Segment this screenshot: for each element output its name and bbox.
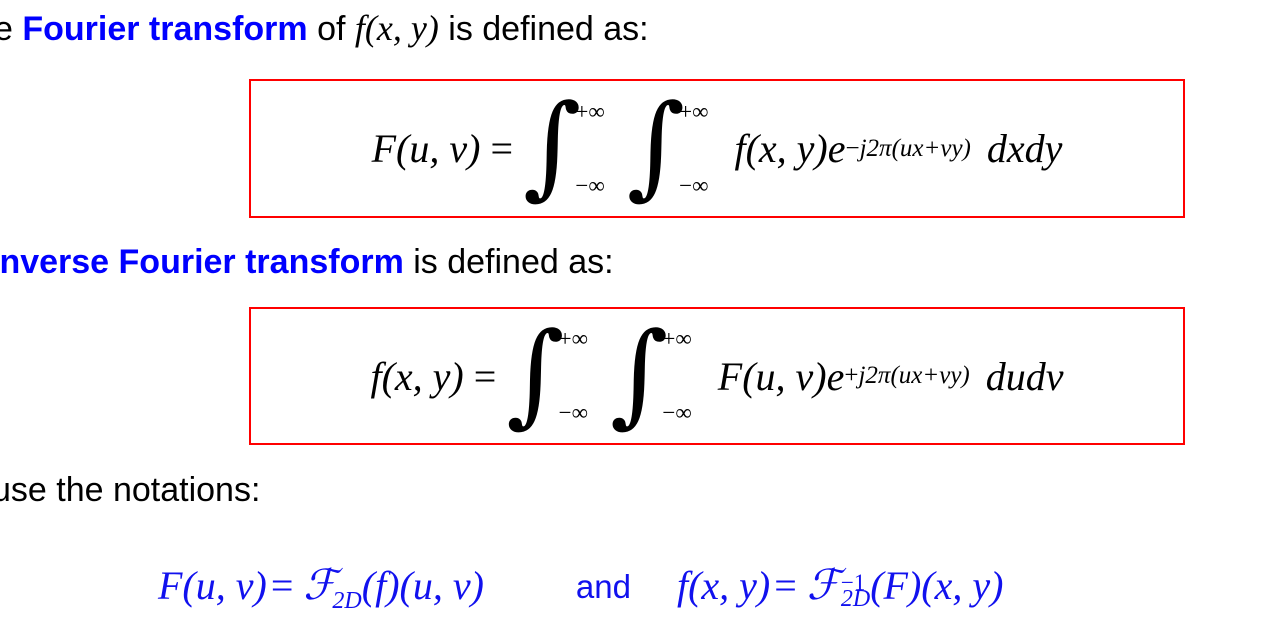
forward-integral-inner-upper: +∞ [679, 98, 709, 124]
forward-integral-outer-lower: −∞ [575, 172, 605, 198]
notation-forward: F(u, v) = ℱ2D(f)(u, v) [158, 560, 484, 615]
notation-inverse: f(x, y) = ℱ −1 2D (F)(x, y) [677, 560, 1003, 613]
notation-inverse-equals: = [774, 563, 797, 609]
forward-integral-outer-upper: +∞ [575, 98, 605, 124]
inverse-integral-outer-lower: −∞ [558, 400, 589, 425]
notation-forward-subscript: 2D [332, 587, 362, 614]
integral-sign-icon: ∫ [523, 81, 582, 212]
notation-conjunction: and [575, 568, 631, 605]
intro-middle-text: of [307, 10, 355, 48]
integral-sign-icon: ∫ [506, 308, 565, 439]
inverse-integral-inner-lower: −∞ [662, 400, 692, 425]
notation-inverse-subscript: 2D [840, 585, 871, 612]
formula-box-inverse-transform: f(x, y) = ∫ +∞ −∞ ∫ +∞ −∞ F(u, v)e +j2π(u… [249, 307, 1185, 445]
inverse-integral-inner-upper: +∞ [662, 326, 692, 351]
formula-inverse-transform: f(x, y) = ∫ +∞ −∞ ∫ +∞ −∞ F(u, v)e +j2π(u… [251, 309, 1183, 443]
forward-exponent: −j2π(ux+vy) [845, 135, 970, 163]
integral-sign-icon: ∫ [610, 308, 669, 439]
intro-prefix-clipped: e [0, 10, 13, 48]
notation-forward-lhs: F(u, v) [158, 562, 267, 608]
inverse-lhs: f(x, y) [370, 353, 464, 399]
notation-inverse-indices: −1 2D [841, 567, 870, 614]
forward-lhs: F(u, v) [371, 126, 481, 171]
forward-integrand: f(x, y)e [734, 126, 846, 171]
forward-differential: dxdy [986, 126, 1063, 171]
intro-math-fxy: f(x, y) [354, 8, 439, 48]
inverse-integral-outer: ∫ +∞ −∞ [506, 308, 589, 439]
forward-exponent-sign: − [845, 134, 860, 162]
slide-canvas: e Fourier transform of f(x, y) is define… [0, 0, 1269, 623]
inverse-integral-outer-upper: +∞ [558, 326, 589, 351]
inverse-exponent-body: j2π(ux+vy) [858, 362, 970, 389]
forward-integral-inner-lower: −∞ [679, 172, 709, 198]
forward-equals: = [490, 126, 513, 171]
intro-suffix-text: is defined as: [438, 10, 649, 48]
inverse-integrand: F(u, v)e [717, 353, 845, 399]
notation-forward-args: (f)(u, v) [361, 562, 484, 608]
notation-inverse-lhs: f(x, y) [676, 563, 771, 609]
inverse-differential: dudv [985, 353, 1064, 399]
forward-exponent-body: j2π(ux+vy) [859, 134, 971, 162]
inverse-suffix-text: is defined as: [403, 243, 614, 281]
forward-integral-outer: ∫ +∞ −∞ [523, 81, 605, 212]
notation-row: F(u, v) = ℱ2D(f)(u, v) and f(x, y) = ℱ −1 2D (F… [0, 551, 1269, 623]
inverse-exponent: +j2π(ux+vy) [844, 362, 969, 390]
inverse-text-line: inverse Fourier transform is defined as: [0, 245, 614, 279]
inverse-equals: = [473, 353, 497, 399]
integral-sign-icon: ∫ [626, 81, 686, 212]
notation-forward-equals: = [270, 562, 294, 608]
formula-box-forward-transform: F(u, v) = ∫ +∞ −∞ ∫ +∞ −∞ f(x, y)e −j2π(u… [249, 79, 1185, 218]
inverse-exponent-sign: + [844, 362, 859, 389]
notation-inverse-args: (F)(x, y) [870, 563, 1004, 609]
notations-intro-text-line: use the notations: [0, 471, 261, 509]
notation-inverse-operator-icon: ℱ [806, 560, 840, 610]
intro-text-line: e Fourier transform of f(x, y) is define… [0, 10, 649, 46]
inverse-integral-inner: ∫ +∞ −∞ [610, 308, 692, 439]
formula-forward-transform: F(u, v) = ∫ +∞ −∞ ∫ +∞ −∞ f(x, y)e −j2π(u… [251, 81, 1183, 216]
forward-integral-inner: ∫ +∞ −∞ [626, 81, 709, 212]
intro-emphasis-fourier-transform: Fourier transform [22, 10, 308, 48]
inverse-emphasis-inverse-fourier-transform: inverse Fourier transform [0, 243, 404, 281]
